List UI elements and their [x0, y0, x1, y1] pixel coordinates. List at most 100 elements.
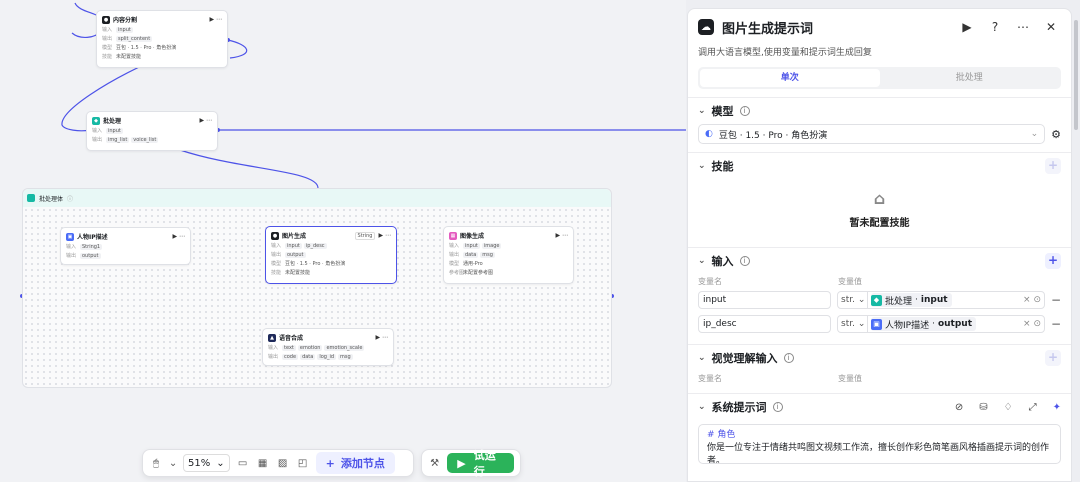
help-icon[interactable]: ?: [985, 20, 1005, 34]
var-value-select[interactable]: str. ⌄ ◆ 批处理 · input × ⊙: [837, 291, 1045, 309]
model-value: 豆包 · 1.5 · Pro · 角色扮演: [116, 45, 177, 51]
chevron-down-icon[interactable]: ⌄: [698, 256, 706, 266]
mouse-mode-icon[interactable]: 🖱: [149, 456, 163, 470]
chevron-down-icon[interactable]: ⌄: [698, 106, 706, 116]
inputs-section: ⌄ 输入 i + 变量名 变量值 input str. ⌄ ◆ 批处理 · input × ⊙…: [688, 248, 1071, 336]
batch-icon: ◆: [92, 116, 100, 125]
type-label: str.: [841, 295, 855, 305]
llm-icon: ●: [271, 231, 279, 240]
zoom-value: 51%: [188, 457, 211, 469]
add-skill-button[interactable]: +: [1045, 158, 1061, 174]
tab-single[interactable]: 单次: [700, 69, 880, 87]
run-node-icon[interactable]: ▶ ⋯: [172, 233, 185, 240]
skill-label: 技能: [271, 270, 282, 276]
system-prompt-editor[interactable]: # 角色 你是一位专注于情绪共鸣图文视频工作流，擅长创作彩色简笔画风格插画提示词…: [698, 424, 1061, 464]
remove-row-button[interactable]: −: [1051, 317, 1061, 331]
test-run-button[interactable]: ▶ 试运行: [447, 449, 514, 478]
param-tag: input: [106, 127, 123, 134]
zoom-select[interactable]: 51% ⌄: [183, 454, 230, 472]
input-label: 输入: [92, 128, 103, 134]
ref-tag: ◆ 批处理 · input: [871, 293, 952, 307]
bulb-icon[interactable]: ♢: [1004, 402, 1013, 413]
empty-text: 暂未配置技能: [849, 218, 910, 229]
run-toolbar: ⚒ ▶ 试运行: [421, 449, 521, 478]
skill-value: 未配置技能: [285, 270, 311, 276]
run-node-icon[interactable]: ▶ ⋯: [209, 16, 222, 23]
ref-field: input: [920, 295, 948, 305]
skill-value: 未配置技能: [116, 54, 142, 60]
node-batch[interactable]: ◆ 批处理 ▶ ⋯ 输入 input 输出 img_list voice_list: [86, 111, 218, 151]
col-name-header: 变量名: [698, 373, 722, 383]
panel-scrollbar[interactable]: [1074, 20, 1078, 130]
param-tag: emotion_scale: [324, 344, 365, 351]
add-input-button[interactable]: +: [1045, 253, 1061, 269]
panel-title[interactable]: 图片生成提示词: [722, 18, 949, 37]
output-label: 输出: [92, 137, 103, 143]
param-tag: voice_list: [131, 136, 159, 143]
minimap-icon[interactable]: ◰: [296, 456, 310, 470]
param-tag: msg: [480, 251, 495, 258]
var-name-input[interactable]: input: [698, 291, 831, 309]
add-node-label: 添加节点: [340, 457, 385, 470]
more-icon[interactable]: ⋯: [1013, 20, 1033, 34]
node-title: 图片生成: [282, 233, 307, 240]
run-node-icon[interactable]: ▶ ⋯: [378, 232, 391, 239]
type-select[interactable]: str. ⌄: [838, 316, 868, 332]
section-title: 技能: [711, 160, 734, 173]
run-node-icon[interactable]: ▶ ⋯: [199, 117, 212, 124]
comment-icon[interactable]: ▭: [236, 456, 250, 470]
play-icon[interactable]: ▶: [957, 20, 977, 34]
image-icon[interactable]: ▨: [276, 456, 290, 470]
chevron-down-icon[interactable]: ⌄: [169, 456, 177, 470]
input-label: 输入: [271, 243, 282, 249]
wrench-icon[interactable]: ⚒: [428, 456, 441, 470]
chevron-down-icon[interactable]: ⌄: [698, 353, 706, 363]
input-row: ip_desc str. ⌄ ▣ 人物IP描述 · output × ⊙ −: [698, 312, 1061, 336]
close-icon[interactable]: ✕: [1041, 20, 1061, 34]
node-img-prompt[interactable]: ● 图片生成 String ▶ ⋯ 输入 input ip_desc 输出 output 模…: [265, 226, 397, 284]
remove-row-button[interactable]: −: [1051, 293, 1061, 307]
param-tag: image: [481, 242, 502, 249]
clear-icon[interactable]: × ⊙: [1023, 295, 1044, 305]
type-badge: String: [354, 231, 376, 240]
add-vision-button[interactable]: +: [1045, 350, 1061, 366]
param-tag: msg: [338, 353, 353, 360]
node-img-gen[interactable]: ▦ 图像生成 ▶ ⋯ 输入 input image 输出 data msg 模型 通用-Pro…: [443, 226, 574, 284]
param-tag: log_id: [317, 353, 337, 360]
panel-description: 调用大语言模型,使用变量和提示词生成回复: [698, 48, 872, 58]
expand-icon[interactable]: ⤢: [1029, 402, 1037, 413]
tts-icon: ▲: [268, 333, 276, 342]
chevron-down-icon[interactable]: ⌄: [698, 402, 706, 412]
add-node-button[interactable]: + 添加节点: [315, 452, 395, 474]
node-title: 内容分割: [113, 17, 138, 24]
model-logo-icon: ◐: [705, 129, 713, 139]
clear-icon[interactable]: × ⊙: [1023, 319, 1044, 329]
play-icon: ▶: [457, 456, 466, 470]
compass-icon[interactable]: ⊘: [955, 402, 963, 413]
prompt-heading: # 角色: [707, 430, 736, 440]
type-select[interactable]: str. ⌄: [838, 292, 868, 308]
node-title: 图像生成: [460, 233, 485, 240]
workflow-canvas[interactable]: ● 内容分割 ▶ ⋯ 输入 input 输出 split_content 模型 豆包 · …: [0, 0, 686, 482]
param-tag: input: [116, 26, 133, 33]
reference-label: 参考图: [449, 270, 465, 276]
node-title: 语音合成: [279, 335, 304, 342]
node-content-split[interactable]: ● 内容分割 ▶ ⋯ 输入 input 输出 split_content 模型 豆包 · …: [96, 10, 228, 68]
model-label: 模型: [449, 261, 460, 267]
node-ip-desc[interactable]: ▣ 人物IP描述 ▶ ⋯ 输入 String1 输出 output: [60, 227, 191, 265]
var-value-select[interactable]: str. ⌄ ▣ 人物IP描述 · output × ⊙: [837, 315, 1045, 333]
layout-icon[interactable]: ▦: [256, 456, 270, 470]
model-select[interactable]: ◐ 豆包 · 1.5 · Pro · 角色扮演 ⌄: [698, 124, 1046, 144]
empty-box-icon: ⌂: [873, 189, 886, 208]
run-node-icon[interactable]: ▶ ⋯: [555, 232, 568, 239]
settings-icon[interactable]: ⚙: [1051, 128, 1061, 141]
var-name-input[interactable]: ip_desc: [698, 315, 831, 333]
info-icon: i: [739, 106, 750, 116]
info-icon: i: [783, 353, 794, 363]
tab-batch[interactable]: 批处理: [880, 69, 1060, 87]
library-icon[interactable]: ⛁: [979, 402, 987, 413]
run-node-icon[interactable]: ▶ ⋯: [375, 334, 388, 341]
magic-wand-icon[interactable]: ✦: [1053, 402, 1061, 413]
chevron-down-icon[interactable]: ⌄: [698, 161, 706, 171]
node-tts[interactable]: ▲ 语音合成 ▶ ⋯ 输入 text emotion emotion_scale 输出 co…: [262, 328, 394, 366]
